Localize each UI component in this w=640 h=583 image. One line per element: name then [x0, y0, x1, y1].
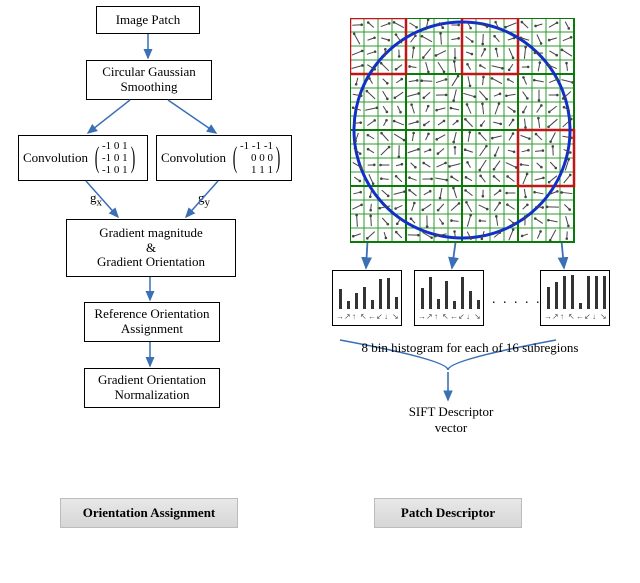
hist-dots: . . . . .: [492, 292, 542, 308]
label: SIFT Descriptor vector: [409, 404, 494, 435]
hist-1: →↗↑↖←↙↓↘: [332, 270, 402, 326]
dots: . . . . .: [492, 292, 542, 307]
hist-3: →↗↑↖←↙↓↘: [540, 270, 610, 326]
label: 8 bin histogram for each of 16 subregion…: [362, 340, 579, 355]
sift-label: SIFT Descriptor vector: [396, 404, 506, 436]
gradient-grid: [350, 18, 580, 248]
hist-2: →↗↑↖←↙↓↘: [414, 270, 484, 326]
hist-caption: 8 bin histogram for each of 16 subregion…: [330, 340, 610, 356]
